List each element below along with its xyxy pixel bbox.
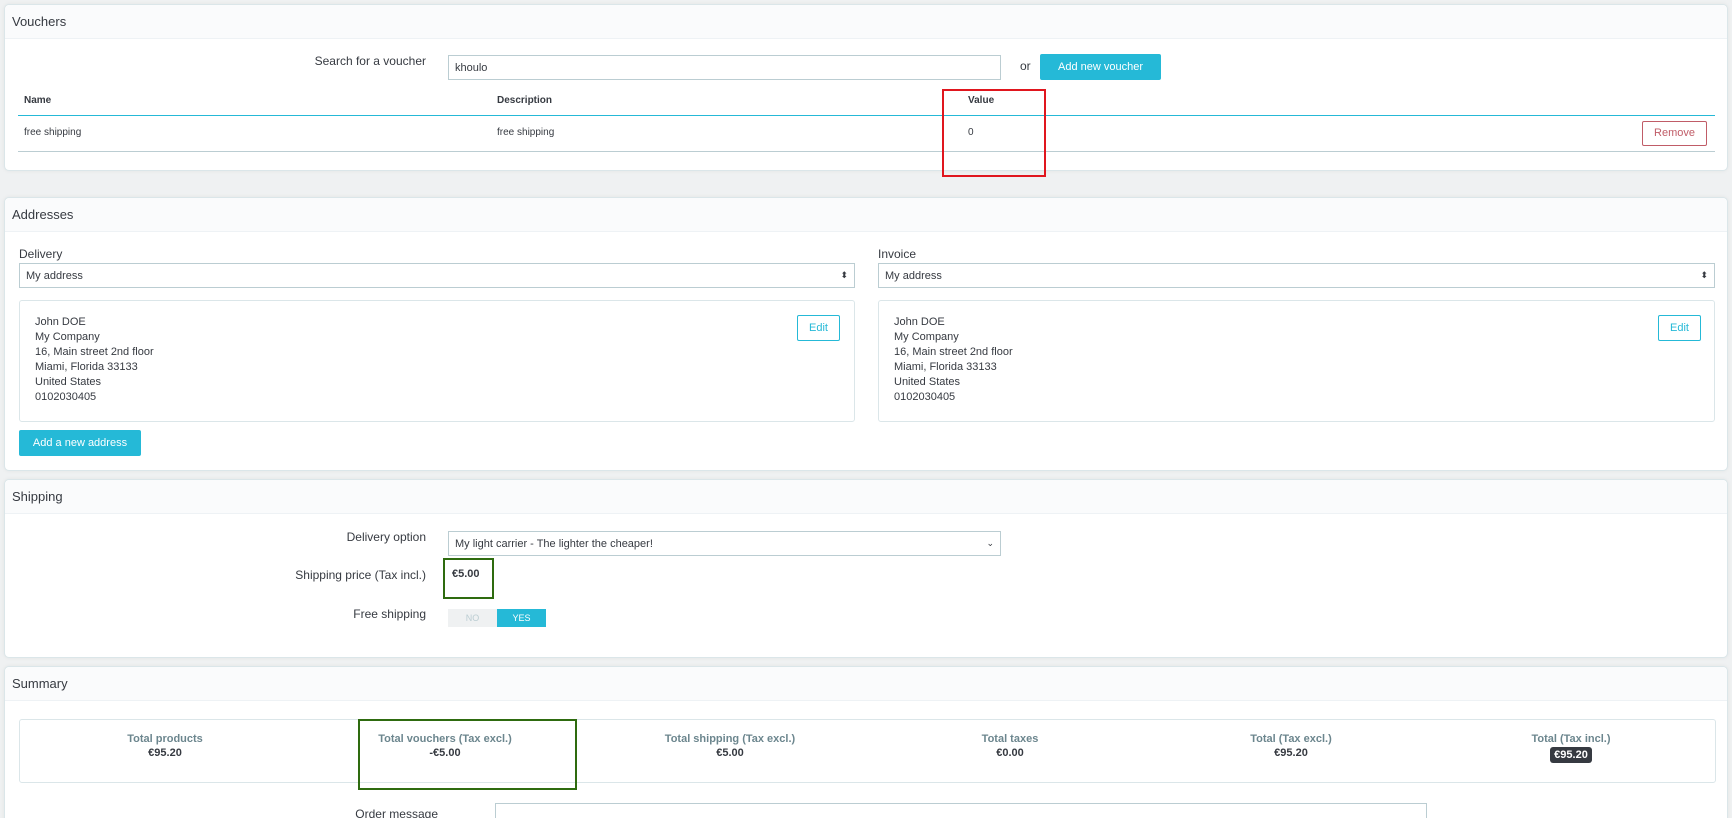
addresses-panel: Addresses Delivery My address ⬍ Invoice … (4, 197, 1728, 471)
order-message-label: Order message (355, 807, 438, 818)
voucher-row-name: free shipping (24, 127, 82, 138)
invoice-address-card: John DOE My Company 16, Main street 2nd … (878, 300, 1715, 422)
table-row-divider (18, 151, 1715, 152)
remove-voucher-button[interactable]: Remove (1642, 121, 1707, 146)
delivery-label: Delivery (19, 247, 63, 261)
summary-value: €5.00 (716, 747, 744, 759)
summary-panel: Summary Total products €95.20 Total vouc… (4, 666, 1728, 818)
summary-value: €95.20 (148, 747, 182, 759)
voucher-search-input[interactable]: khoulo (448, 55, 1001, 80)
summary-value: €95.20 (1274, 747, 1308, 759)
edit-invoice-address-button[interactable]: Edit (1658, 315, 1701, 341)
delivery-address-select[interactable]: My address ⬍ (19, 263, 855, 288)
invoice-address-select-value: My address (885, 269, 942, 282)
select-arrows-icon: ⬍ (840, 270, 848, 280)
summary-total-taxes: Total taxes €0.00 (910, 733, 1110, 759)
col-header-description: Description (497, 95, 553, 106)
delivery-option-select[interactable]: My light carrier - The lighter the cheap… (448, 531, 1001, 556)
vouchers-total-highlight-box (358, 719, 577, 790)
delivery-address-lines: John DOE My Company 16, Main street 2nd … (35, 315, 154, 405)
address-line: United States (894, 376, 961, 388)
add-new-voucher-button[interactable]: Add new voucher (1040, 54, 1161, 80)
col-header-name: Name (24, 95, 52, 106)
address-line: My Company (35, 331, 100, 343)
address-line: 0102030405 (35, 391, 97, 403)
free-shipping-no-option[interactable]: NO (448, 609, 497, 627)
summary-label: Total taxes (981, 733, 1039, 745)
addresses-heading: Addresses (5, 198, 1727, 232)
add-new-address-button[interactable]: Add a new address (19, 430, 141, 456)
address-line: 0102030405 (894, 391, 956, 403)
address-line: 16, Main street 2nd floor (894, 346, 1013, 358)
summary-total-products: Total products €95.20 (65, 733, 265, 759)
shipping-panel: Shipping Delivery option My light carrie… (4, 479, 1728, 658)
free-shipping-label: Free shipping (353, 607, 426, 621)
address-line: John DOE (35, 316, 86, 328)
delivery-address-select-value: My address (26, 269, 83, 282)
summary-total-tax-incl: Total (Tax incl.) €95.20 (1471, 733, 1671, 763)
or-text: or (1020, 59, 1031, 73)
address-line: Miami, Florida 33133 (894, 361, 997, 373)
vouchers-heading: Vouchers (5, 5, 1727, 39)
order-message-input[interactable] (495, 803, 1427, 818)
select-arrows-icon: ⬍ (1700, 270, 1708, 280)
delivery-address-card: John DOE My Company 16, Main street 2nd … (19, 300, 855, 422)
address-line: Miami, Florida 33133 (35, 361, 138, 373)
address-line: My Company (894, 331, 959, 343)
summary-label: Total (Tax excl.) (1250, 733, 1332, 745)
delivery-option-select-value: My light carrier - The lighter the cheap… (455, 537, 653, 550)
shipping-price-label: Shipping price (Tax incl.) (295, 568, 426, 582)
table-header-divider (18, 115, 1715, 116)
edit-delivery-address-button[interactable]: Edit (797, 315, 840, 341)
summary-total-shipping: Total shipping (Tax excl.) €5.00 (625, 733, 835, 759)
summary-total-badge: €95.20 (1550, 747, 1592, 763)
summary-label: Total shipping (Tax excl.) (664, 733, 796, 745)
address-line: 16, Main street 2nd floor (35, 346, 154, 358)
address-line: John DOE (894, 316, 945, 328)
shipping-heading: Shipping (5, 480, 1727, 514)
address-line: United States (35, 376, 102, 388)
free-shipping-toggle[interactable]: NO YES (448, 609, 546, 627)
vouchers-panel: Vouchers Search for a voucher khoulo or … (4, 4, 1728, 177)
chevron-down-icon: ⌄ (986, 538, 994, 548)
summary-label: Total (Tax incl.) (1531, 733, 1611, 745)
summary-heading: Summary (5, 667, 1727, 701)
shipping-price-highlight-box (443, 558, 494, 599)
invoice-label: Invoice (878, 247, 917, 261)
invoice-address-select[interactable]: My address ⬍ (878, 263, 1715, 288)
voucher-row-description: free shipping (497, 127, 555, 138)
free-shipping-yes-option[interactable]: YES (497, 609, 546, 627)
summary-total-tax-excl: Total (Tax excl.) €95.20 (1191, 733, 1391, 759)
invoice-address-lines: John DOE My Company 16, Main street 2nd … (894, 315, 1013, 405)
value-highlight-box (942, 89, 1046, 177)
delivery-option-label: Delivery option (346, 530, 426, 544)
summary-totals-box (19, 719, 1716, 783)
summary-label: Total products (127, 733, 203, 745)
voucher-search-label: Search for a voucher (314, 54, 426, 68)
summary-value: €0.00 (996, 747, 1024, 759)
